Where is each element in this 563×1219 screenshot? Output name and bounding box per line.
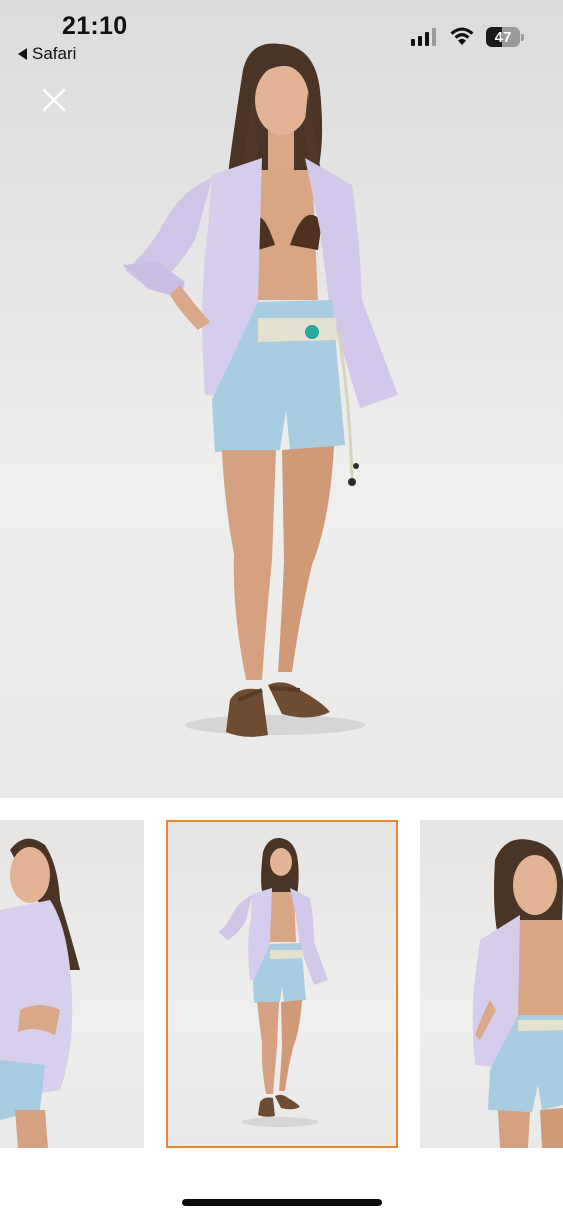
battery-cap — [521, 34, 524, 41]
thumbnail-strip — [0, 820, 563, 1148]
thumbnail-close-front-view[interactable] — [420, 820, 563, 1148]
status-time: 21:10 — [62, 12, 128, 40]
wifi-icon — [450, 27, 474, 45]
home-indicator[interactable] — [182, 1199, 382, 1206]
back-link-label: Safari — [32, 44, 77, 63]
close-icon[interactable] — [36, 82, 72, 118]
signal-icon — [411, 28, 436, 46]
thumbnail-close-front-image — [472, 839, 563, 1148]
back-to-safari-link[interactable]: Safari — [18, 44, 76, 64]
product-main-image — [0, 0, 563, 798]
thumbnail-full-front-image — [218, 837, 328, 1127]
thumbnail-full-front-view[interactable] — [166, 820, 398, 1148]
battery-percentage: 47 — [494, 28, 512, 46]
model-illustration — [122, 43, 398, 737]
thumbnail-side-view[interactable] — [0, 820, 144, 1148]
thumbnail-side-image — [0, 838, 80, 1148]
battery-icon: 47 — [486, 27, 520, 47]
back-arrow-icon — [18, 48, 27, 60]
